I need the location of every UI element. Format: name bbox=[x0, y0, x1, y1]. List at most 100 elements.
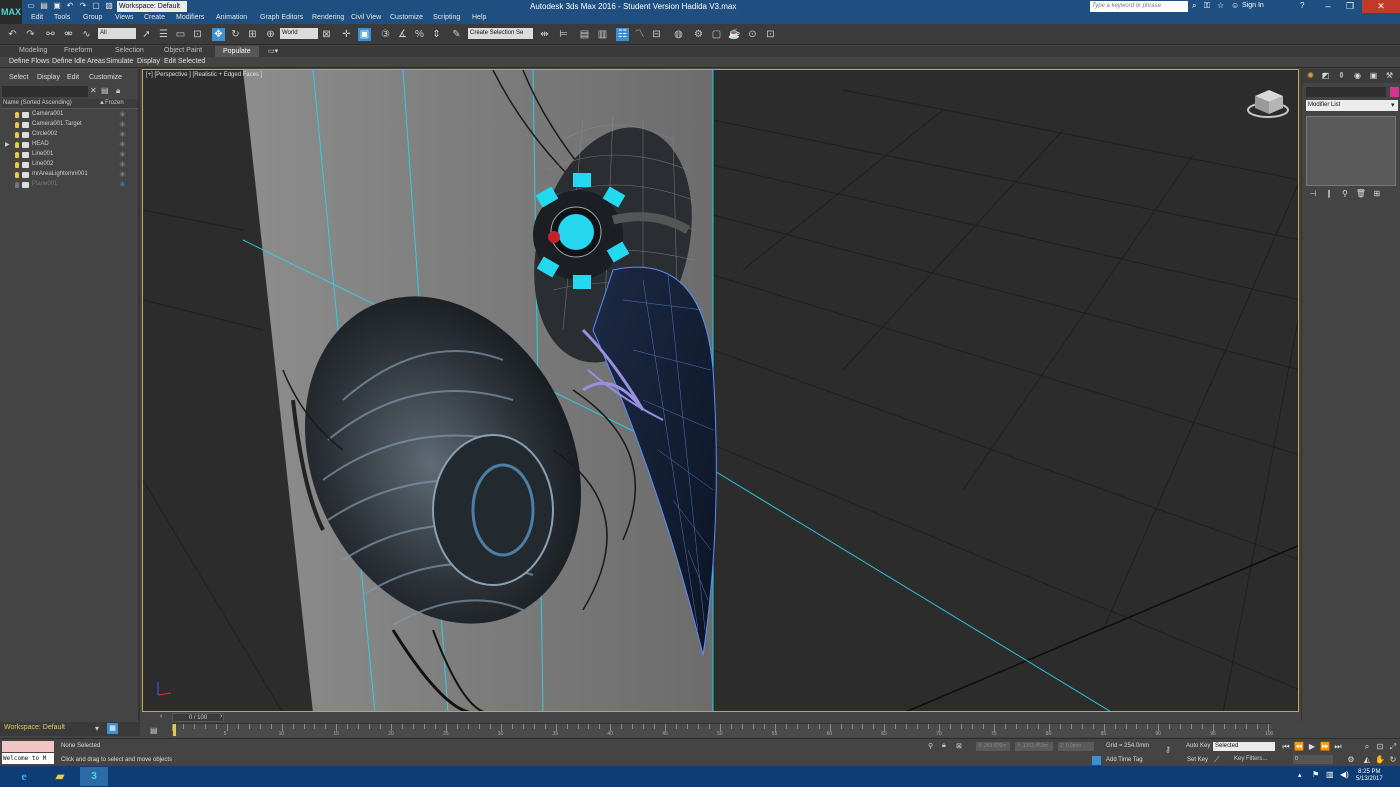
system-clock[interactable]: 8:25 PM 5/13/2017 bbox=[1356, 769, 1383, 783]
menu-scripting[interactable]: Scripting bbox=[433, 14, 460, 21]
y-coordinate-field[interactable]: Y: 1202.453m bbox=[1015, 742, 1053, 751]
file-explorer-icon[interactable]: ▰ bbox=[46, 767, 74, 786]
tab-populate[interactable]: Populate bbox=[215, 46, 259, 57]
angle-snap-icon[interactable]: ∡ bbox=[396, 28, 409, 41]
track-bar[interactable]: 5 10 15 20 25 30 35 40 45 50 55 60 65 70 75 80 85 90 95 100 bbox=[172, 723, 1273, 737]
menu-views[interactable]: Views bbox=[115, 14, 134, 21]
explorer-row[interactable]: Line001 ✳ bbox=[1, 150, 138, 160]
tab-selection[interactable]: Selection bbox=[115, 47, 144, 54]
remove-modifier-icon[interactable]: 🗑︎ bbox=[1354, 189, 1368, 198]
spinner-snap-icon[interactable]: ⇕ bbox=[430, 28, 443, 41]
window-crossing-icon[interactable]: ⊡ bbox=[191, 28, 204, 41]
visibility-lightbulb-icon[interactable] bbox=[15, 112, 19, 118]
redo-icon[interactable]: ↷ bbox=[24, 28, 37, 41]
menu-group[interactable]: Group bbox=[83, 14, 102, 21]
expand-arrow-icon[interactable]: ▶ bbox=[5, 141, 10, 148]
move-icon[interactable]: ✥ bbox=[212, 28, 225, 41]
key-selection-dropdown[interactable]: Selected bbox=[1213, 742, 1275, 751]
explorer-menu-edit[interactable]: Edit bbox=[67, 74, 79, 81]
menu-animation[interactable]: Animation bbox=[216, 14, 247, 21]
explorer-row[interactable]: ▶ HEAD ✳ bbox=[1, 140, 138, 150]
name-column-header[interactable]: Name (Sorted Ascending) bbox=[3, 100, 72, 106]
explorer-menu-display[interactable]: Display bbox=[37, 74, 60, 81]
define-flows-button[interactable]: Define Flows bbox=[9, 58, 49, 65]
freeze-toggle-icon[interactable]: ✳ bbox=[119, 110, 126, 119]
make-unique-icon[interactable]: ⚲ bbox=[1338, 189, 1352, 198]
action-center-icon[interactable]: ⚑ bbox=[1312, 770, 1319, 779]
time-tag-icon[interactable] bbox=[1092, 756, 1101, 765]
show-hidden-icons[interactable]: ▴ bbox=[1298, 771, 1302, 779]
mirror-icon[interactable]: ⇹ bbox=[538, 28, 551, 41]
undo-icon[interactable]: ↶ bbox=[6, 28, 19, 41]
snaps-toggle-icon[interactable]: ③ bbox=[379, 28, 392, 41]
modify-tab-icon[interactable]: ◩ bbox=[1320, 71, 1331, 81]
explorer-menu-customize[interactable]: Customize bbox=[89, 74, 122, 81]
zoom-extents-icon[interactable]: ⊡ bbox=[1375, 742, 1385, 751]
visibility-lightbulb-icon[interactable] bbox=[15, 172, 19, 178]
menu-civil-view[interactable]: Civil View bbox=[351, 14, 381, 21]
current-frame-marker[interactable] bbox=[173, 724, 176, 736]
go-to-start-icon[interactable]: ⏮ bbox=[1281, 742, 1291, 751]
visibility-lightbulb-icon[interactable] bbox=[15, 142, 19, 148]
define-idle-areas-button[interactable]: Define Idle Areas bbox=[52, 58, 105, 65]
pan-icon[interactable]: ✋ bbox=[1375, 755, 1385, 764]
previous-key-icon[interactable]: ⏪ bbox=[1294, 742, 1304, 751]
go-to-end-icon[interactable]: ⏭ bbox=[1333, 742, 1343, 751]
application-button[interactable]: MAX bbox=[0, 0, 22, 24]
object-name-field[interactable] bbox=[1306, 87, 1386, 97]
freeze-toggle-icon[interactable]: ✳ bbox=[119, 150, 126, 159]
menu-customize[interactable]: Customize bbox=[390, 14, 423, 21]
menu-edit[interactable]: Edit bbox=[31, 14, 43, 21]
link-icon[interactable]: ⚯ bbox=[44, 28, 57, 41]
add-time-tag-button[interactable]: Add Time Tag bbox=[1106, 757, 1143, 763]
freeze-toggle-icon[interactable]: ✳ bbox=[119, 130, 126, 139]
visibility-lightbulb-icon[interactable] bbox=[15, 132, 19, 138]
workspace-dropdown[interactable]: Workspace: Default bbox=[117, 1, 187, 12]
menu-help[interactable]: Help bbox=[472, 14, 486, 21]
layer-manager-icon[interactable]: ▤ bbox=[578, 28, 591, 41]
workspace-label[interactable]: Workspace: Default bbox=[4, 724, 65, 731]
select-place-icon[interactable]: ⊕ bbox=[264, 28, 277, 41]
simulate-button[interactable]: Simulate bbox=[106, 58, 133, 65]
zoom-icon[interactable]: ⌕ bbox=[1362, 742, 1372, 751]
visibility-lightbulb-icon[interactable] bbox=[15, 122, 19, 128]
utilities-tab-icon[interactable]: ⚒ bbox=[1384, 71, 1395, 81]
freeze-toggle-icon[interactable]: ✳ bbox=[119, 160, 126, 169]
key-icon[interactable]: ⚷ bbox=[1165, 745, 1171, 754]
motion-tab-icon[interactable]: ◉ bbox=[1352, 71, 1363, 81]
scale-icon[interactable]: ⊞ bbox=[246, 28, 259, 41]
named-selection-dropdown[interactable]: Create Selection Se bbox=[468, 28, 533, 39]
display-tab-icon[interactable]: ▣ bbox=[1368, 71, 1379, 81]
project-folder-icon[interactable]: ▧ bbox=[104, 1, 114, 11]
schematic-view-icon[interactable]: ⊟ bbox=[650, 28, 663, 41]
perspective-viewport[interactable]: [+] [Perspective ] [Realistic + Edged Fa… bbox=[142, 69, 1299, 712]
explorer-row[interactable]: Plane001 ✳ bbox=[1, 180, 138, 190]
bind-spacewarp-icon[interactable]: ∿ bbox=[80, 28, 93, 41]
explorer-row[interactable]: Circle002 ✳ bbox=[1, 130, 138, 140]
absolute-transform-icon[interactable]: ⊠ bbox=[956, 742, 962, 750]
save-icon[interactable]: ▣ bbox=[52, 1, 62, 11]
key-filters-button[interactable]: Key Filters... bbox=[1234, 756, 1267, 762]
internet-explorer-icon[interactable]: e bbox=[10, 767, 38, 786]
maxscript-listener-input[interactable] bbox=[2, 741, 54, 752]
volume-icon[interactable]: ◀︎) bbox=[1340, 770, 1349, 779]
menu-modifiers[interactable]: Modifiers bbox=[176, 14, 204, 21]
pivot-center-icon[interactable]: ⊠ bbox=[320, 28, 333, 41]
selection-lock-icon[interactable]: 🔒︎ bbox=[942, 742, 946, 750]
help-icon[interactable]: ? bbox=[1300, 1, 1304, 10]
select-manipulate-icon[interactable]: ✛ bbox=[340, 28, 353, 41]
show-end-result-icon[interactable]: ∥ bbox=[1322, 189, 1336, 198]
maxscript-listener-output[interactable]: Welcome to M bbox=[2, 753, 54, 764]
keyboard-shortcut-toggle-icon[interactable]: ▣ bbox=[358, 28, 371, 41]
subscription-icon[interactable]: ⚿ bbox=[1204, 1, 1210, 11]
hierarchy-tab-icon[interactable]: ⚱ bbox=[1336, 71, 1347, 81]
isolate-selection-icon[interactable]: ⚲ bbox=[928, 742, 933, 750]
explorer-menu-select[interactable]: Select bbox=[9, 74, 28, 81]
previous-frame-icon[interactable]: ‹ bbox=[160, 713, 162, 720]
render-setup-icon[interactable]: ⚙ bbox=[692, 28, 705, 41]
track-view-toggle-icon[interactable]: ▤ bbox=[150, 726, 158, 735]
tab-freeform[interactable]: Freeform bbox=[64, 47, 92, 54]
layout-icon[interactable]: ▦ bbox=[107, 723, 118, 734]
ribbon-options-icon[interactable]: ▭▾ bbox=[268, 47, 278, 55]
help-search-input[interactable]: Type a keyword or phrase bbox=[1090, 1, 1188, 12]
